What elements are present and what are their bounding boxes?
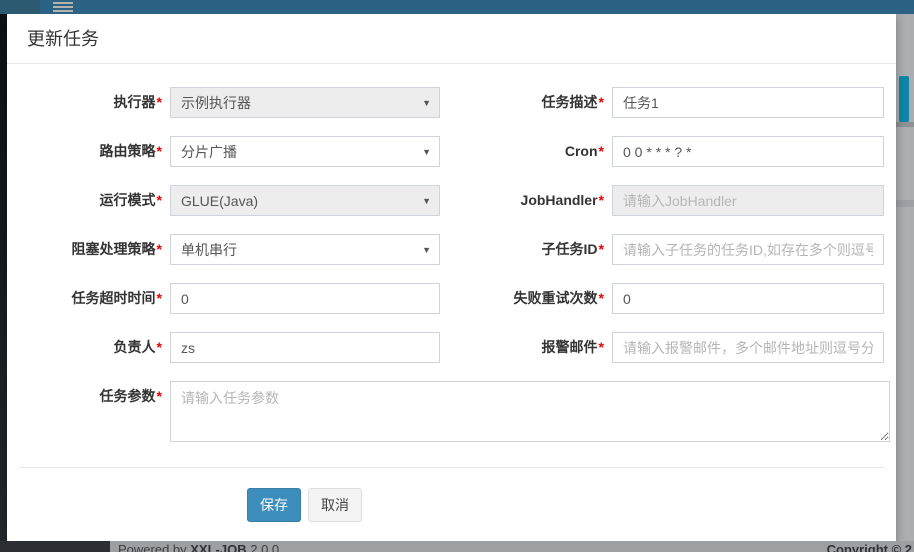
executor-label: 执行器* <box>22 87 162 118</box>
update-task-form: 执行器* 示例执行器 ▼ 任务描述* 路由策略* 分片广播 ▼ C <box>7 64 896 522</box>
jobhandler-input <box>612 185 884 216</box>
modal-title: 更新任务 <box>27 27 876 51</box>
route-strategy-label: 路由策略* <box>22 136 162 167</box>
required-asterisk: * <box>157 94 162 110</box>
page-right-edge-behind-backdrop <box>896 14 914 541</box>
required-asterisk: * <box>599 339 604 355</box>
job-desc-label: 任务描述* <box>440 87 604 118</box>
route-strategy-select[interactable]: 分片广播 ▼ <box>170 136 440 167</box>
required-asterisk: * <box>599 94 604 110</box>
chevron-down-icon: ▼ <box>422 196 431 206</box>
block-strategy-select[interactable]: 单机串行 ▼ <box>170 234 440 265</box>
chevron-down-icon: ▼ <box>422 98 431 108</box>
page-footer: Powered by XXL-JOB 2.0.0 Copyright © 2 <box>0 541 914 552</box>
cron-label: Cron* <box>440 136 604 167</box>
author-label: 负责人* <box>22 332 162 363</box>
required-asterisk: * <box>599 241 604 257</box>
block-strategy-label: 阻塞处理策略* <box>22 234 162 265</box>
top-navbar <box>0 0 914 14</box>
retry-count-label: 失败重试次数* <box>440 283 604 314</box>
teal-button-fragment <box>899 76 909 122</box>
alarm-email-input[interactable] <box>612 332 884 363</box>
sidebar-edge-behind-backdrop <box>0 14 7 552</box>
jobhandler-label: JobHandler* <box>440 185 604 216</box>
divider <box>896 200 914 207</box>
hamburger-menu-icon[interactable] <box>53 2 73 13</box>
divider <box>896 122 914 127</box>
required-asterisk: * <box>157 143 162 159</box>
required-asterisk: * <box>157 339 162 355</box>
sidebar-header-strip <box>0 0 40 14</box>
cancel-button[interactable]: 取消 <box>308 488 362 522</box>
child-jobid-label: 子任务ID* <box>440 234 604 265</box>
modal-actions: 保存取消 <box>7 468 896 522</box>
copyright-text: Copyright © 2 <box>827 542 912 552</box>
save-button[interactable]: 保存 <box>247 488 301 522</box>
glue-type-select: GLUE(Java) ▼ <box>170 185 440 216</box>
required-asterisk: * <box>157 388 162 404</box>
modal-header: 更新任务 <box>7 14 896 64</box>
timeout-input[interactable] <box>170 283 440 314</box>
job-params-textarea[interactable] <box>170 381 890 442</box>
brand-name: XXL-JOB <box>190 542 246 552</box>
alarm-email-label: 报警邮件* <box>440 332 604 363</box>
glue-type-label: 运行模式* <box>22 185 162 216</box>
powered-by-text: Powered by XXL-JOB 2.0.0 <box>118 542 279 552</box>
job-params-label: 任务参数* <box>22 381 162 412</box>
update-task-modal: 更新任务 执行器* 示例执行器 ▼ 任务描述* 路由策略* 分片广播 <box>7 14 896 541</box>
child-jobid-input[interactable] <box>612 234 884 265</box>
required-asterisk: * <box>599 192 604 208</box>
required-asterisk: * <box>599 143 604 159</box>
required-asterisk: * <box>157 241 162 257</box>
chevron-down-icon: ▼ <box>422 245 431 255</box>
required-asterisk: * <box>599 290 604 306</box>
timeout-label: 任务超时时间* <box>22 283 162 314</box>
retry-count-input[interactable] <box>612 283 884 314</box>
cron-input[interactable] <box>612 136 884 167</box>
executor-select: 示例执行器 ▼ <box>170 87 440 118</box>
job-desc-input[interactable] <box>612 87 884 118</box>
chevron-down-icon: ▼ <box>422 147 431 157</box>
author-input[interactable] <box>170 332 440 363</box>
required-asterisk: * <box>157 192 162 208</box>
required-asterisk: * <box>157 290 162 306</box>
sidebar-footer-fragment <box>0 541 110 552</box>
